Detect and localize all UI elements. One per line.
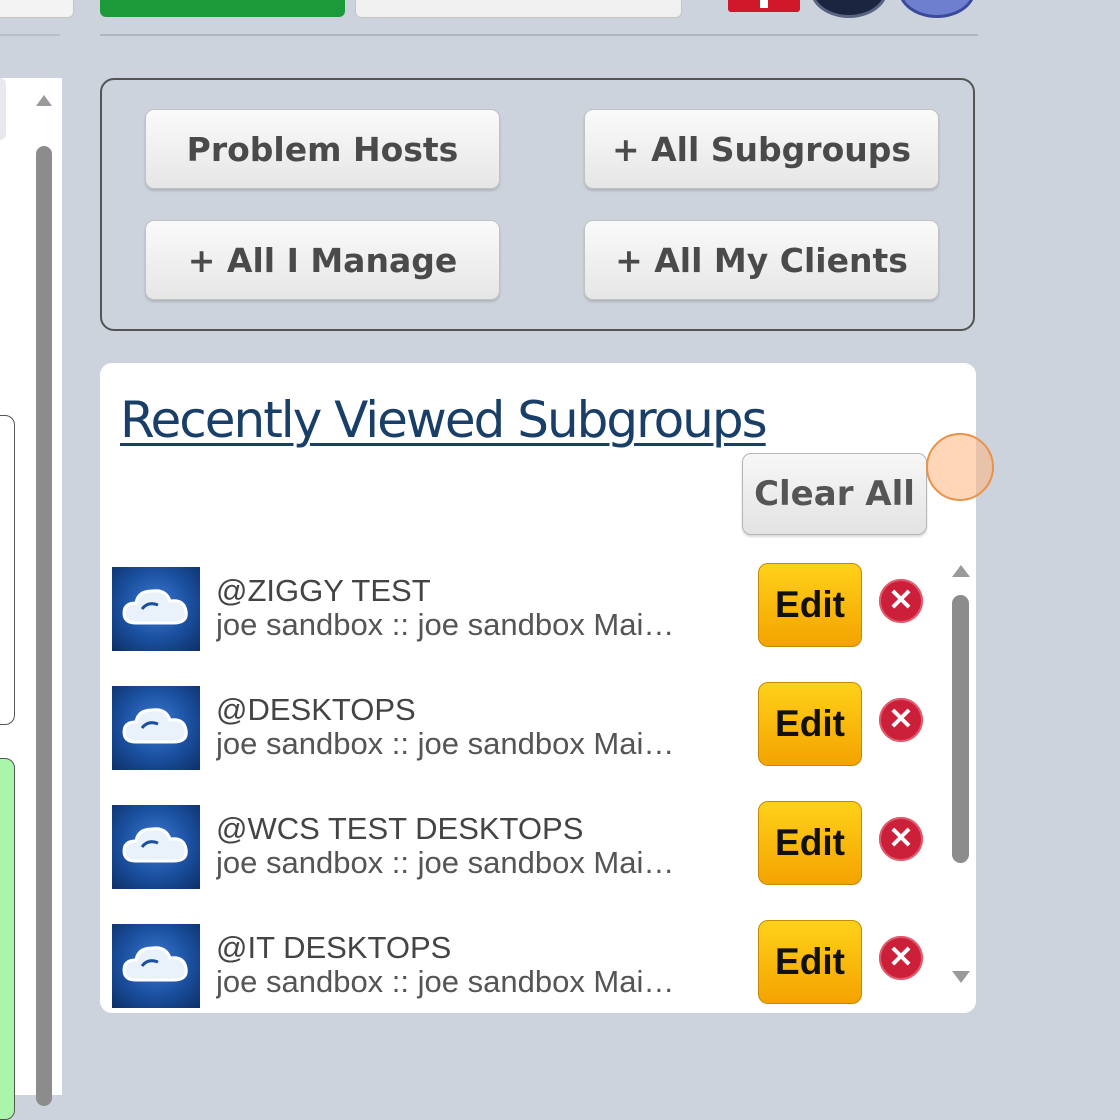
subgroup-path: joe sandbox :: joe sandbox Mai… [216, 607, 675, 642]
all-subgroups-button[interactable]: + All Subgroups [584, 109, 939, 189]
all-my-clients-button[interactable]: + All My Clients [584, 220, 939, 300]
top-avatar-icon[interactable] [810, 0, 888, 18]
top-green-button[interactable] [100, 0, 345, 17]
left-scrollbar-thumb[interactable] [36, 146, 52, 1106]
top-divider [100, 34, 978, 36]
top-alert-mark [760, 0, 768, 8]
remove-icon[interactable]: ✕ [879, 698, 923, 742]
list-scroll-up-arrow-icon[interactable] [952, 565, 970, 577]
remove-icon[interactable]: ✕ [879, 579, 923, 623]
subgroup-list-item[interactable]: @ZIGGY TEST joe sandbox :: joe sandbox M… [112, 563, 932, 653]
subgroup-list-item[interactable]: @IT DESKTOPS joe sandbox :: joe sandbox … [112, 920, 932, 1010]
left-top-button[interactable] [0, 0, 74, 18]
subgroup-path: joe sandbox :: joe sandbox Mai… [216, 964, 675, 999]
edit-button[interactable]: Edit [758, 563, 862, 647]
recently-viewed-panel: Recently Viewed Subgroups Clear All @ZIG… [100, 363, 976, 1013]
cloud-icon [112, 567, 200, 651]
subgroup-name: @ZIGGY TEST [216, 573, 431, 608]
left-panel-tab[interactable] [0, 78, 6, 140]
all-i-manage-button[interactable]: + All I Manage [145, 220, 500, 300]
edit-button[interactable]: Edit [758, 682, 862, 766]
left-scroll-up-arrow-icon[interactable] [36, 95, 52, 106]
left-panel-box [0, 415, 15, 725]
edit-button[interactable]: Edit [758, 801, 862, 885]
subgroup-name: @WCS TEST DESKTOPS [216, 811, 584, 846]
remove-icon[interactable]: ✕ [879, 817, 923, 861]
recently-viewed-title-link[interactable]: Recently Viewed Subgroups [120, 391, 768, 449]
subgroup-list-item[interactable]: @DESKTOPS joe sandbox :: joe sandbox Mai… [112, 682, 932, 772]
cloud-icon [112, 805, 200, 889]
list-scroll-down-arrow-icon[interactable] [952, 971, 970, 983]
subgroup-path: joe sandbox :: joe sandbox Mai… [216, 726, 675, 761]
cloud-icon [112, 686, 200, 770]
top-globe-icon[interactable] [898, 0, 976, 18]
quick-filters-panel: Problem Hosts + All Subgroups + All I Ma… [100, 78, 975, 331]
remove-icon[interactable]: ✕ [879, 936, 923, 980]
edit-button[interactable]: Edit [758, 920, 862, 1004]
subgroup-name: @IT DESKTOPS [216, 930, 452, 965]
subgroup-path: joe sandbox :: joe sandbox Mai… [216, 845, 675, 880]
list-scrollbar-thumb[interactable] [952, 595, 969, 863]
cloud-icon [112, 924, 200, 1008]
problem-hosts-button[interactable]: Problem Hosts [145, 109, 500, 189]
left-status-box [0, 758, 15, 1120]
left-sidebar [0, 0, 90, 1120]
left-divider [0, 34, 60, 36]
top-search-field[interactable] [355, 0, 682, 18]
clear-all-button[interactable]: Clear All [742, 453, 927, 535]
cursor-click-indicator [926, 433, 994, 501]
subgroup-name: @DESKTOPS [216, 692, 416, 727]
subgroup-list-item[interactable]: @WCS TEST DESKTOPS joe sandbox :: joe sa… [112, 801, 932, 891]
